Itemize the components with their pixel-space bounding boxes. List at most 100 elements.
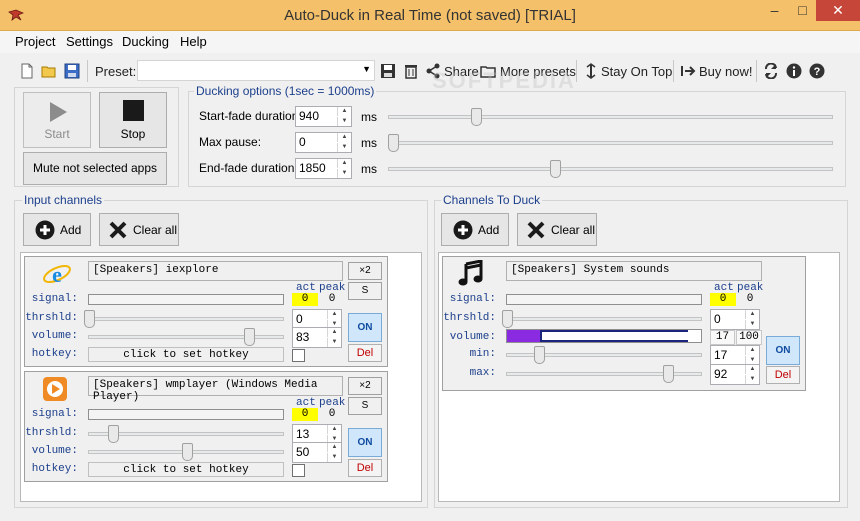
volume-range-bottom: [540, 340, 688, 342]
start-fade-label: Start-fade duration:: [199, 109, 302, 123]
spin-down-icon[interactable]: ▼: [745, 320, 759, 329]
threshold-value: 0: [296, 312, 303, 326]
delete-icon[interactable]: [403, 63, 419, 79]
spin-up-icon[interactable]: ▲: [327, 425, 341, 434]
on-toggle-button[interactable]: ON: [348, 428, 382, 457]
on-toggle-button[interactable]: ON: [348, 313, 382, 342]
stop-button[interactable]: Stop: [99, 92, 167, 148]
refresh-icon[interactable]: [763, 63, 779, 79]
threshold-slider[interactable]: [502, 310, 513, 328]
spin-up-icon[interactable]: ▲: [337, 107, 351, 116]
volume-input[interactable]: 83 ▲ ▼: [292, 327, 342, 348]
delete-channel-button[interactable]: Del: [348, 459, 382, 477]
toolbar-separator: [576, 60, 577, 82]
double-button[interactable]: ×2: [348, 262, 382, 280]
plus-icon: [453, 220, 473, 240]
duck-add-button[interactable]: Add: [441, 213, 509, 246]
hotkey-field[interactable]: click to set hotkey: [88, 462, 284, 477]
volume-slider[interactable]: [244, 328, 256, 346]
save-icon[interactable]: [64, 63, 80, 79]
on-toggle-button[interactable]: ON: [766, 336, 800, 365]
new-file-icon[interactable]: [19, 63, 35, 79]
buy-now-button[interactable]: Buy now!: [699, 64, 752, 79]
spin-up-icon[interactable]: ▲: [337, 133, 351, 142]
mute-not-selected-button[interactable]: Mute not selected apps: [23, 152, 167, 185]
spin-up-icon[interactable]: ▲: [745, 346, 759, 355]
spin-up-icon[interactable]: ▲: [745, 365, 759, 374]
close-button[interactable]: ✕: [816, 0, 860, 21]
volume-label: volume:: [31, 445, 78, 457]
spin-up-icon[interactable]: ▲: [327, 310, 341, 319]
spin-down-icon[interactable]: ▼: [337, 169, 351, 178]
menu-project[interactable]: Project: [15, 34, 55, 49]
stay-on-top-button[interactable]: Stay On Top: [601, 64, 672, 79]
menu-settings[interactable]: Settings: [66, 34, 113, 49]
volume-input[interactable]: 50 ▲ ▼: [292, 442, 342, 463]
spin-up-icon[interactable]: ▲: [327, 328, 341, 337]
min-input[interactable]: 17 ▲ ▼: [710, 345, 760, 366]
spin-up-icon[interactable]: ▲: [327, 443, 341, 452]
threshold-slider[interactable]: [108, 425, 120, 443]
min-slider[interactable]: [533, 346, 545, 364]
max-input[interactable]: 92 ▲ ▼: [710, 364, 760, 385]
arrow-right-icon[interactable]: [680, 63, 696, 79]
signal-meter: [88, 409, 284, 420]
input-clear-all-button[interactable]: Clear all: [99, 213, 179, 246]
x-icon: [527, 221, 545, 239]
max-pause-input[interactable]: 0 ▲ ▼: [295, 132, 352, 153]
start-fade-slider[interactable]: [471, 108, 483, 126]
threshold-input[interactable]: 0 ▲ ▼: [710, 309, 760, 330]
end-fade-slider[interactable]: [549, 160, 561, 178]
delete-channel-button[interactable]: Del: [348, 344, 382, 362]
toolbar-separator: [87, 60, 88, 82]
spin-up-icon[interactable]: ▲: [745, 310, 759, 319]
spin-up-icon[interactable]: ▲: [337, 159, 351, 168]
spin-down-icon[interactable]: ▼: [327, 338, 341, 347]
input-add-button[interactable]: Add: [23, 213, 91, 246]
ducking-options-title: Ducking options (1sec = 1000ms): [194, 84, 377, 98]
info-icon[interactable]: [786, 63, 802, 79]
menu-ducking[interactable]: Ducking: [122, 34, 169, 49]
act-value: 0: [292, 408, 318, 421]
max-pause-slider[interactable]: [388, 134, 399, 152]
delete-channel-button[interactable]: Del: [766, 366, 800, 384]
end-fade-slider-track: [388, 167, 833, 171]
min-value: 17: [714, 348, 728, 362]
spin-down-icon[interactable]: ▼: [337, 143, 351, 152]
solo-button[interactable]: S: [348, 397, 382, 415]
threshold-value: 13: [296, 427, 310, 441]
threshold-slider[interactable]: [84, 310, 95, 328]
spin-down-icon[interactable]: ▼: [337, 117, 351, 126]
volume-label: volume:: [31, 330, 78, 342]
pin-icon[interactable]: [583, 63, 599, 79]
wmp-icon: [43, 377, 67, 401]
max-slider[interactable]: [662, 365, 674, 383]
end-fade-unit: ms: [361, 162, 377, 176]
double-button[interactable]: ×2: [348, 377, 382, 395]
menu-help[interactable]: Help: [180, 34, 207, 49]
minimize-button[interactable]: –: [760, 0, 789, 21]
duck-clear-all-button[interactable]: Clear all: [517, 213, 597, 246]
hotkey-checkbox[interactable]: [292, 464, 305, 477]
preset-dropdown[interactable]: ▼: [137, 60, 375, 81]
start-button[interactable]: Start: [23, 92, 91, 148]
spin-down-icon[interactable]: ▼: [327, 453, 341, 462]
input-clear-all-label: Clear all: [133, 223, 178, 237]
volume-current-value: 17: [710, 330, 735, 345]
volume-max-value: 100: [736, 330, 762, 345]
open-folder-icon[interactable]: [41, 63, 57, 79]
start-fade-input[interactable]: 940 ▲ ▼: [295, 106, 352, 127]
hotkey-field[interactable]: click to set hotkey: [88, 347, 284, 362]
solo-button[interactable]: S: [348, 282, 382, 300]
x-icon: [109, 221, 127, 239]
hotkey-checkbox[interactable]: [292, 349, 305, 362]
toolbar-separator: [756, 60, 757, 82]
start-fade-unit: ms: [361, 110, 377, 124]
help-icon[interactable]: ?: [809, 63, 825, 79]
end-fade-input[interactable]: 1850 ▲ ▼: [295, 158, 352, 179]
threshold-label: thrshld:: [25, 312, 78, 324]
save-icon[interactable]: [380, 63, 396, 79]
spin-down-icon[interactable]: ▼: [745, 375, 759, 384]
maximize-button[interactable]: □: [789, 0, 816, 21]
volume-slider[interactable]: [182, 443, 193, 461]
